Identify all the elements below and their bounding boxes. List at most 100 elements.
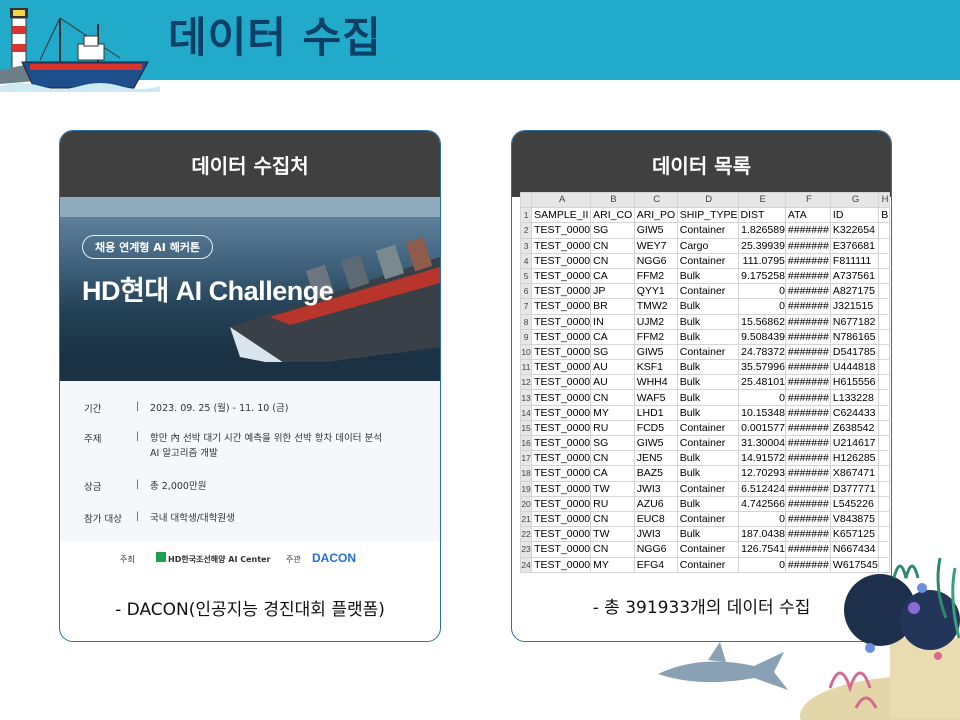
coral-reef-illustration [800,557,960,720]
table-cell: Bulk [676,465,739,482]
table-cell: Bulk [676,313,739,330]
table-cell: JWI3 [633,480,678,497]
table-row: 9 TEST_0000 CA FFM2 Bulk 9.508439 ####### N7861… [520,328,890,345]
table-cell: 9.175258 [737,267,786,285]
table-cell: 0 [737,298,786,315]
table-cell: SG [590,434,635,452]
table-cell: ####### [784,283,831,300]
row-number: 17 [520,450,533,467]
table-cell: ####### [784,404,831,421]
table-cell: Bulk [676,359,739,376]
table-cell [878,298,890,315]
table-cell: NGG6 [633,252,678,269]
table-cell: TEST_0000 [531,495,592,512]
column-letter: C [633,192,678,209]
column-letter: B [590,192,635,209]
table-cell: Bulk [676,298,739,315]
table-cell: TEST_0000 [531,328,592,345]
table-cell: 9.508439 [737,328,786,345]
table-cell: Bulk [676,404,739,421]
row-number: 7 [520,298,533,315]
table-cell: CA [590,267,635,285]
spreadsheet-preview: A B C D E F G H 1 SAMPLE_II ARI_CO ARI_PO SH… [520,192,890,574]
table-cell: TEST_0000 [531,541,592,558]
row-number: 9 [520,328,533,345]
table-cell: CN [590,389,635,406]
table-cell: TEST_0000 [531,404,592,421]
table-cell: A827175 [829,283,880,300]
table-cell: SG [590,222,635,239]
table-cell: 14.91572 [737,450,786,467]
row-number: 12 [520,374,533,391]
table-cell: ####### [784,267,831,285]
column-letter: F [784,192,831,209]
table-row: 7 TEST_0000 BR TMW2 Bulk 0 ####### J321515 [520,298,890,315]
table-cell: 0.001577 [737,419,786,437]
table-cell: FFM2 [633,328,678,345]
column-header: SHIP_TYPE [676,207,739,224]
table-cell [878,313,890,330]
row-number: 4 [520,252,533,269]
table-cell: F811111 [829,252,880,269]
table-cell: ####### [784,313,831,330]
table-cell: Container [676,419,739,437]
row-number: 19 [520,480,533,497]
table-cell [878,404,890,421]
table-cell [878,343,890,361]
table-cell: TW [590,480,635,497]
table-cell: TEST_0000 [531,374,592,391]
row-number: 16 [520,434,533,452]
table-cell: N677182 [829,313,880,330]
poster-badge: 채용 연계형 AI 해커톤 [82,235,214,259]
row-number: 14 [520,404,533,421]
table-cell: Container [676,343,739,361]
header-row: 1 SAMPLE_II ARI_CO ARI_PO SHIP_TYPE DIST ATA ID… [520,207,890,224]
table-cell: CN [590,541,635,558]
table-cell: ####### [784,237,831,254]
table-cell [878,222,890,239]
poster-hero-image: 채용 연계형 AI 해커톤 HD현대 AI Challenge [60,197,440,381]
column-letter-row: A B C D E F G H [520,192,890,209]
table-cell: ####### [784,252,831,269]
table-cell: 25.48101 [737,374,786,391]
table-cell: GIW5 [633,434,678,452]
table-cell [878,283,890,300]
table-cell [878,450,890,467]
table-cell: 25.39939 [737,237,786,254]
table-row: 8 TEST_0000 IN UJM2 Bulk 15.56862 ####### N6771… [520,313,890,330]
table-cell [878,510,890,528]
table-cell: SG [590,343,635,361]
table-cell: Bulk [676,374,739,391]
column-header: B [878,207,890,224]
table-cell: 4.742566 [737,495,786,512]
table-cell: TEST_0000 [531,222,592,239]
poster-footer: 주최 HD한국조선해양 AI Center 주관 DACON [60,541,440,579]
data-list-card-title: 데이터 목록 [512,131,891,197]
table-cell: TEST_0000 [531,237,592,254]
table-row: 22 TEST_0000 TW JWI3 Bulk 187.0438 ####### K657… [520,526,890,543]
table-cell: Bulk [676,328,739,345]
table-cell: WEY7 [633,237,678,254]
table-row: 12 TEST_0000 AU WHH4 Bulk 25.48101 ####### H615… [520,374,890,391]
table-cell: TW [590,526,635,543]
column-header: ATA [784,207,831,224]
table-cell: Container [676,283,739,300]
table-cell: 0 [737,283,786,300]
table-row: 18 TEST_0000 CA BAZ5 Bulk 12.70293 ####### X867… [520,465,890,482]
table-cell [878,237,890,254]
row-number: 20 [520,495,533,512]
table-cell: TEST_0000 [531,343,592,361]
column-header: ARI_PO [633,207,678,224]
table-cell: 187.0438 [737,526,786,543]
table-cell: Bulk [676,495,739,512]
table-cell: U444818 [829,359,880,376]
table-cell: ####### [784,450,831,467]
table-cell: Bulk [676,450,739,467]
table-cell: K657125 [829,526,880,543]
row-number: 11 [520,359,533,376]
table-cell: FCD5 [633,419,678,437]
row-number: 10 [520,343,533,361]
row-number: 6 [520,283,533,300]
table-cell [878,359,890,376]
table-cell: WHH4 [633,374,678,391]
